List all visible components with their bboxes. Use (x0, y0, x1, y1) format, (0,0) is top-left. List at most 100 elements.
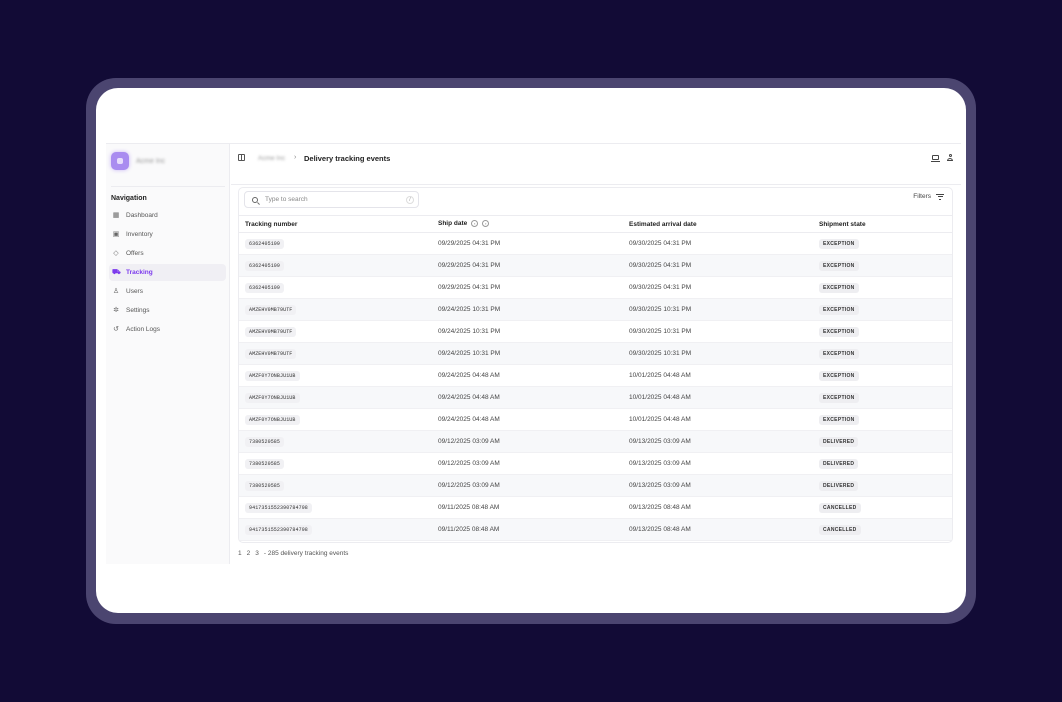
table-row[interactable]: 7380520585 09/12/2025 03:09 AM 09/13/2025 … (239, 430, 952, 453)
tracking-number-cell: 6362405109 (239, 232, 432, 255)
brand[interactable]: Acme Inc (111, 149, 229, 173)
sidebar-toggle-icon[interactable] (238, 154, 245, 161)
truck-icon: ⛟ (112, 268, 121, 276)
table-row[interactable]: AMZF0Y7ONBJU1UB 09/24/2025 04:48 AM 10/01/… (239, 364, 952, 387)
page-link[interactable]: 3 (255, 550, 259, 557)
status-badge: CANCELLED (819, 502, 861, 513)
arrival-date-cell: 09/30/2025 04:31 PM (623, 276, 813, 299)
arrival-date-cell: 09/30/2025 10:31 PM (623, 320, 813, 343)
sidebar-item-dashboard[interactable]: ▦ Dashboard (109, 207, 226, 224)
arrival-date-cell: 09/13/2025 03:09 AM (623, 430, 813, 453)
status-badge: DELIVERED (819, 480, 859, 491)
shipment-state-cell: EXCEPTION (813, 298, 952, 321)
breadcrumb-parent[interactable]: Acme Inc (258, 155, 285, 162)
user-icon[interactable] (946, 154, 954, 162)
ship-date-cell: 09/12/2025 03:09 AM (432, 452, 623, 475)
status-badge: EXCEPTION (819, 260, 859, 271)
grid-icon: ▦ (112, 211, 120, 219)
table-row[interactable]: 6362405109 09/29/2025 04:31 PM 09/30/2025 … (239, 276, 952, 299)
divider (111, 186, 225, 187)
app-screen: Acme Inc Navigation ▦ Dashboard ▣ Inventory… (96, 88, 966, 613)
column-header-ship-date[interactable]: Ship date ‹ › (432, 215, 623, 233)
status-badge: EXCEPTION (819, 282, 859, 293)
sidebar-item-tracking[interactable]: ⛟ Tracking (109, 264, 226, 281)
tracking-number-badge: 7380520585 (245, 480, 285, 491)
status-badge: EXCEPTION (819, 304, 859, 315)
arrival-date-cell: 09/30/2025 04:31 PM (623, 232, 813, 255)
table-row[interactable]: AMZEHV0MB79UTF 09/24/2025 10:31 PM 09/30/2… (239, 298, 952, 321)
ship-date-cell: 09/24/2025 10:31 PM (432, 320, 623, 343)
table-row[interactable]: AMZEHV0MB79UTF 09/24/2025 10:31 PM 09/30/2… (239, 342, 952, 365)
tracking-number-badge: 7380520585 (245, 436, 285, 447)
table-row[interactable]: AMZF0Y7ONBJU1UB 09/24/2025 04:48 AM 10/01/… (239, 408, 952, 431)
arrival-date-cell: 09/13/2025 08:48 AM (623, 496, 813, 519)
tracking-number-badge: AMZEHV0MB79UTF (245, 326, 297, 337)
tracking-number-cell: AMZEHV0MB79UTF (239, 298, 432, 321)
arrival-date-cell: 10/01/2025 04:48 AM (623, 364, 813, 387)
sidebar-item-label: Users (126, 288, 143, 295)
arrival-date-cell: 09/13/2025 03:09 AM (623, 452, 813, 475)
search-input[interactable] (265, 196, 405, 203)
shipment-state-cell: CANCELLED (813, 496, 952, 519)
ship-date-cell: 09/11/2025 08:48 AM (432, 518, 623, 541)
ship-date-cell: 09/29/2025 04:31 PM (432, 276, 623, 299)
tracking-number-badge: 6362405109 (245, 238, 285, 249)
filters-button[interactable]: Filters (913, 193, 944, 200)
shipment-state-cell: EXCEPTION (813, 276, 952, 299)
status-badge: EXCEPTION (819, 414, 859, 425)
sort-icon[interactable]: ‹ (471, 220, 479, 228)
tracking-number-badge: 6362405109 (245, 260, 285, 271)
arrival-date-cell: 09/13/2025 08:48 AM (623, 518, 813, 541)
table-row[interactable]: 7380520585 09/12/2025 03:09 AM 09/13/2025 … (239, 474, 952, 497)
tracking-number-badge: 6362405109 (245, 282, 285, 293)
nav-list: ▦ Dashboard ▣ Inventory ◇ Offers ⛟ Tracking ♙ Use… (109, 207, 226, 340)
sidebar-item-label: Inventory (126, 231, 153, 238)
laptop-icon[interactable] (931, 155, 940, 162)
divider (231, 184, 961, 185)
status-badge: DELIVERED (819, 458, 859, 469)
table-body: 6362405109 09/29/2025 04:31 PM 09/30/2025 … (239, 232, 952, 541)
ship-date-cell: 09/29/2025 04:31 PM (432, 232, 623, 255)
shipment-state-cell: EXCEPTION (813, 364, 952, 387)
tracking-number-badge: AMZF0Y7ONBJU1UB (245, 370, 300, 381)
sidebar: Acme Inc Navigation ▦ Dashboard ▣ Inventory… (106, 144, 230, 564)
table-row[interactable]: 6362405109 09/29/2025 04:31 PM 09/30/2025 … (239, 232, 952, 255)
filter-icon (936, 193, 944, 200)
column-header-estimated-arrival[interactable]: Estimated arrival date (623, 215, 813, 233)
table-row[interactable]: 6362405109 09/29/2025 04:31 PM 09/30/2025 … (239, 254, 952, 277)
sidebar-item-offers[interactable]: ◇ Offers (109, 245, 226, 262)
page-link[interactable]: 2 (247, 550, 251, 557)
table-row[interactable]: 9417351552390784798 09/11/2025 08:48 AM 09… (239, 496, 952, 519)
tracking-number-badge: 9417351552390784798 (245, 502, 312, 513)
shipment-state-cell: DELIVERED (813, 452, 952, 475)
column-header-tracking-number[interactable]: Tracking number (239, 215, 432, 233)
sort-icon[interactable]: › (482, 220, 490, 228)
tracking-table: Tracking number Ship date ‹ › Estimated ar… (239, 215, 952, 541)
table-row[interactable]: AMZEHV0MB79UTF 09/24/2025 10:31 PM 09/30/2… (239, 320, 952, 343)
user-icon: ♙ (112, 287, 120, 295)
sidebar-item-inventory[interactable]: ▣ Inventory (109, 226, 226, 243)
table-row[interactable]: 7380520585 09/12/2025 03:09 AM 09/13/2025 … (239, 452, 952, 475)
shipment-state-cell: EXCEPTION (813, 342, 952, 365)
ship-date-cell: 09/12/2025 03:09 AM (432, 430, 623, 453)
gear-icon: ✲ (113, 306, 119, 314)
box-icon: ▣ (112, 230, 120, 238)
table-row[interactable]: AMZF0Y7ONBJU1UB 09/24/2025 04:48 AM 10/01/… (239, 386, 952, 409)
sidebar-item-label: Dashboard (126, 212, 158, 219)
tracking-number-cell: AMZF0Y7ONBJU1UB (239, 408, 432, 431)
arrival-date-cell: 09/30/2025 04:31 PM (623, 254, 813, 277)
sidebar-item-settings[interactable]: ✲ Settings (109, 302, 226, 319)
sidebar-item-action-logs[interactable]: ↺ Action Logs (109, 321, 226, 338)
ship-date-cell: 09/24/2025 10:31 PM (432, 298, 623, 321)
shipment-state-cell: DELIVERED (813, 474, 952, 497)
column-header-shipment-state[interactable]: Shipment state (813, 215, 952, 233)
page-link[interactable]: 1 (238, 550, 242, 557)
shipment-state-cell: CANCELLED (813, 518, 952, 541)
tracking-number-cell: AMZEHV0MB79UTF (239, 342, 432, 365)
table-row[interactable]: 9417351552390784798 09/11/2025 08:48 AM 09… (239, 518, 952, 541)
sidebar-item-users[interactable]: ♙ Users (109, 283, 226, 300)
arrival-date-cell: 10/01/2025 04:48 AM (623, 386, 813, 409)
ship-date-cell: 09/11/2025 08:48 AM (432, 496, 623, 519)
tracking-number-cell: 7380520585 (239, 430, 432, 453)
tracking-number-cell: 9417351552390784798 (239, 518, 432, 541)
